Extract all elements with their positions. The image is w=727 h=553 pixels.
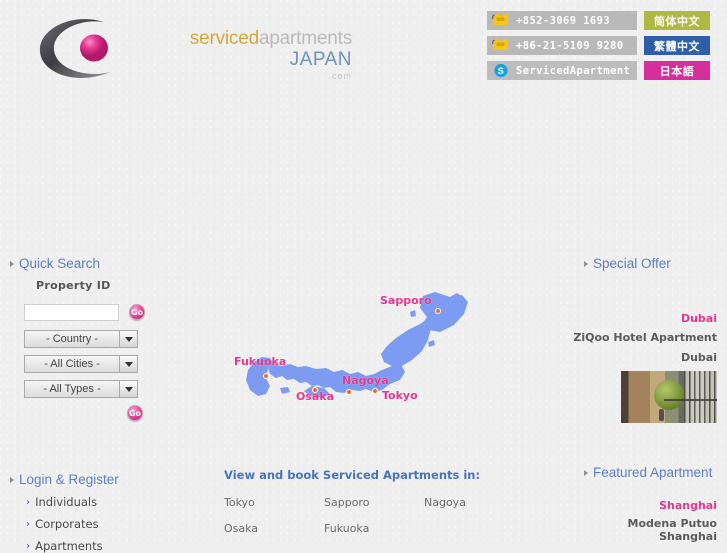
telephone-icon (492, 13, 510, 28)
page-root: servicedapartments JAPAN .com +852-3069 … (0, 0, 727, 553)
sidebar-item-corporates[interactable]: › Corporates (26, 517, 190, 531)
brand-japan: JAPAN (289, 49, 352, 70)
japan-map[interactable]: Sapporo Fukuoka Nagoya Osaka Tokyo (224, 290, 524, 420)
city-link-tokyo[interactable]: Tokyo (224, 496, 324, 509)
map-dot-osaka[interactable] (312, 387, 318, 393)
svg-text:S: S (498, 66, 504, 76)
city-link-nagoya[interactable]: Nagoya (424, 496, 524, 509)
property-id-label: Property ID (36, 279, 111, 292)
contact-row: S ServicedApartment 日本語 (487, 61, 719, 80)
map-label-nagoya[interactable]: Nagoya (342, 374, 389, 387)
chevron-right-icon: › (26, 540, 31, 552)
login-register-heading[interactable]: Login & Register (10, 472, 190, 487)
special-offer-name-line1[interactable]: ZiQoo Hotel Apartment (572, 330, 717, 345)
chevron-right-icon: › (26, 518, 31, 530)
select-type[interactable]: - All Types - (24, 380, 138, 398)
chevron-down-icon (119, 381, 137, 397)
go-search-button[interactable]: Go (127, 405, 143, 421)
post-shape (659, 408, 665, 421)
contact-row: +852-3069 1693 简体中文 (487, 11, 719, 30)
brand-wordmark: servicedapartments JAPAN .com (152, 28, 352, 82)
map-label-tokyo[interactable]: Tokyo (382, 389, 418, 402)
select-type-value: - All Types - (43, 382, 101, 395)
chevron-right-icon (10, 476, 14, 483)
lang-japanese[interactable]: 日本語 (644, 61, 710, 80)
telephone-icon (492, 38, 510, 53)
map-label-sapporo[interactable]: Sapporo (380, 294, 432, 307)
login-register-label: Login & Register (19, 472, 119, 487)
brand-apartments: apartments (258, 28, 352, 49)
quick-search-label: Quick Search (19, 256, 101, 271)
skype-text: ServicedApartment (516, 64, 631, 77)
lang-traditional-chinese[interactable]: 繁體中文 (644, 36, 710, 55)
view-and-book-title: View and book Serviced Apartments in: (224, 468, 481, 482)
featured-apartment-label: Featured Apartment (593, 465, 713, 480)
quick-search-heading[interactable]: Quick Search (10, 256, 100, 271)
special-offer-heading[interactable]: Special Offer (584, 256, 671, 271)
phone-cn-text: +86-21-5109 9280 (516, 39, 624, 52)
phone-hk-text: +852-3069 1693 (516, 14, 611, 27)
brand-serviced: serviced (189, 28, 259, 49)
topiary-shape (653, 380, 684, 411)
chevron-down-icon (119, 356, 137, 372)
sidebar-item-label: Corporates (35, 517, 99, 531)
skype-icon: S (492, 63, 510, 78)
login-register-section: Login & Register › Individuals › Corpora… (0, 472, 190, 553)
map-dot-tokyo[interactable] (372, 388, 378, 394)
featured-apartment-card[interactable]: Shanghai Modena Putuo Shanghai (572, 499, 717, 543)
sidebar-item-label: Individuals (35, 495, 98, 509)
special-offer-card[interactable]: Dubai ZiQoo Hotel Apartment Dubai (572, 312, 717, 423)
view-and-book-city-grid: Tokyo Sapporo Nagoya Osaka Fukuoka (224, 496, 534, 548)
featured-apartment-heading[interactable]: Featured Apartment (584, 465, 712, 480)
select-country-value: - Country - (46, 332, 98, 345)
sidebar-item-label: Apartments (35, 539, 103, 553)
chevron-right-icon (10, 260, 14, 267)
contact-bar: +852-3069 1693 简体中文 +86-21-5109 9280 繁體中… (487, 11, 719, 86)
map-dot-sapporo[interactable] (435, 308, 441, 314)
city-link-fukuoka[interactable]: Fukuoka (324, 522, 424, 535)
crescent-circle-logo-icon (39, 19, 110, 79)
railing-shape (684, 371, 717, 423)
contact-row: +86-21-5109 9280 繁體中文 (487, 36, 719, 55)
chevron-right-icon (584, 260, 588, 267)
chevron-down-icon (119, 331, 137, 347)
go-property-id-button[interactable]: Go (129, 304, 145, 320)
bar-shape (664, 399, 717, 402)
select-city-value: - All Cities - (44, 357, 100, 370)
site-header: servicedapartments JAPAN .com +852-3069 … (0, 0, 727, 96)
featured-apartment-city: Shanghai (659, 499, 717, 512)
special-offer-thumbnail[interactable] (621, 371, 717, 423)
city-link-sapporo[interactable]: Sapporo (324, 496, 424, 509)
phone-cn[interactable]: +86-21-5109 9280 (487, 36, 637, 55)
lang-simplified-chinese[interactable]: 简体中文 (644, 11, 710, 30)
map-label-fukuoka[interactable]: Fukuoka (234, 355, 286, 368)
chevron-right-icon (584, 469, 588, 476)
city-link-osaka[interactable]: Osaka (224, 522, 324, 535)
special-offer-name-line2[interactable]: Dubai (572, 350, 717, 365)
sidebar-item-individuals[interactable]: › Individuals (26, 495, 190, 509)
sidebar-item-apartments[interactable]: › Apartments (26, 539, 190, 553)
special-offer-label: Special Offer (593, 256, 671, 271)
map-dot-fukuoka[interactable] (263, 373, 269, 379)
select-city[interactable]: - All Cities - (24, 355, 138, 373)
featured-apartment-name[interactable]: Modena Putuo Shanghai (572, 517, 717, 543)
phone-hk[interactable]: +852-3069 1693 (487, 11, 637, 30)
view-and-book-section: View and book Serviced Apartments in: To… (224, 468, 534, 548)
site-logo[interactable] (34, 16, 138, 82)
chevron-right-icon: › (26, 496, 31, 508)
map-dot-nagoya[interactable] (346, 389, 352, 395)
brand-dotcom: .com (328, 71, 352, 81)
special-offer-city: Dubai (680, 312, 717, 325)
select-country[interactable]: - Country - (24, 330, 138, 348)
skype-contact[interactable]: S ServicedApartment (487, 61, 637, 80)
property-id-input[interactable] (24, 304, 119, 321)
